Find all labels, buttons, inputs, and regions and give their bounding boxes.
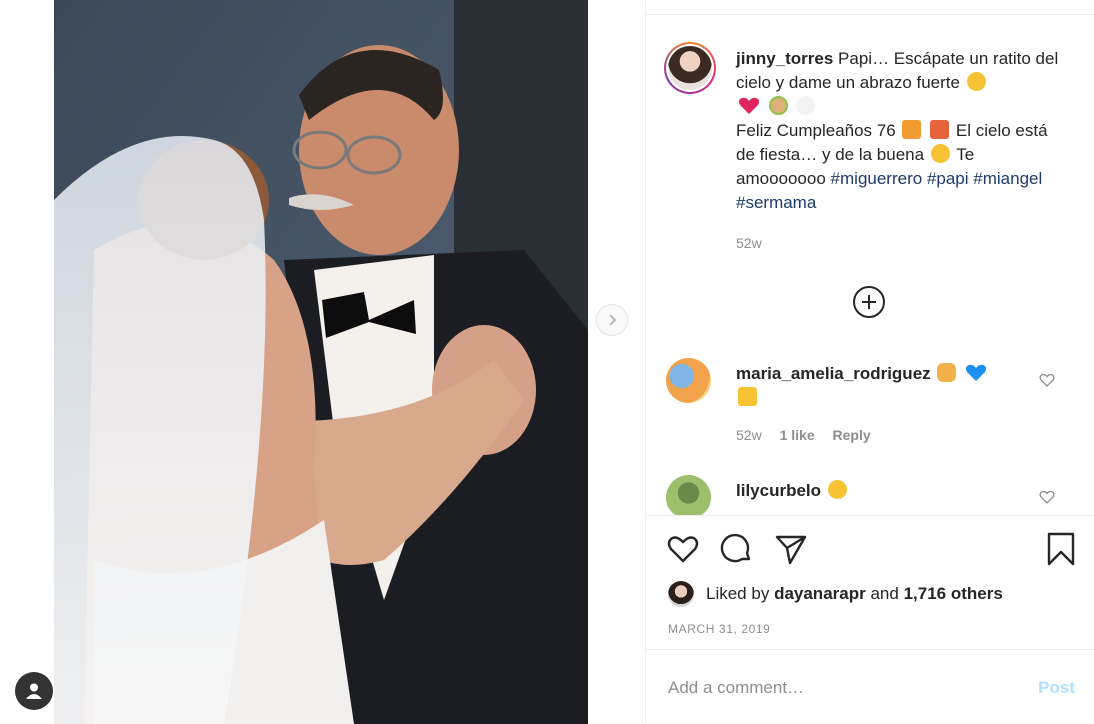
author-avatar[interactable] bbox=[664, 42, 716, 94]
folded-hands-emoji-icon bbox=[937, 363, 957, 382]
hugging-face-emoji-icon bbox=[966, 72, 986, 91]
comment-icon[interactable] bbox=[720, 532, 754, 566]
next-photo-button[interactable] bbox=[596, 304, 628, 336]
hashtag-miangel[interactable]: #miangel bbox=[973, 169, 1042, 188]
comment-like-heart-icon[interactable] bbox=[1039, 489, 1055, 505]
sad-face-emoji-icon bbox=[827, 480, 847, 499]
bookmark-icon[interactable] bbox=[1044, 532, 1078, 566]
older-man-emoji-icon bbox=[768, 96, 788, 115]
commenter-username[interactable]: maria_amelia_rodriguez bbox=[736, 364, 931, 383]
add-comment-bar: Add a comment… Post bbox=[646, 649, 1094, 724]
comment-timestamp[interactable]: 52w bbox=[736, 427, 762, 443]
profile-button[interactable] bbox=[15, 672, 53, 710]
heart-icon[interactable] bbox=[666, 532, 700, 566]
likes-others-count[interactable]: 1,716 others bbox=[904, 584, 1003, 603]
dove-emoji-icon bbox=[796, 96, 816, 115]
comment-like-heart-icon[interactable] bbox=[1039, 372, 1055, 388]
caption-line-2: Feliz Cumpleaños 76 bbox=[736, 121, 896, 140]
liker-avatar[interactable] bbox=[668, 581, 694, 607]
gift-emoji-icon bbox=[930, 120, 950, 139]
comments-list: jinny_torres Papi… Escápate un ratito de… bbox=[646, 15, 1094, 515]
caption-timestamp[interactable]: 52w bbox=[736, 235, 762, 251]
liker-username[interactable]: dayanarapr bbox=[774, 584, 866, 603]
hashtag-sermama[interactable]: #sermama bbox=[736, 193, 816, 212]
comment-text: lilycurbelo bbox=[736, 479, 1021, 503]
commenter-avatar[interactable] bbox=[666, 358, 711, 403]
comment-input[interactable]: Add a comment… bbox=[668, 678, 804, 698]
comment-text: maria_amelia_rodriguez bbox=[736, 362, 1021, 410]
author-username[interactable]: jinny_torres bbox=[736, 49, 833, 68]
liked-by-label: Liked by bbox=[706, 584, 770, 603]
commenter-username[interactable]: lilycurbelo bbox=[736, 481, 821, 500]
comment-meta: 52w 1 like Reply bbox=[736, 427, 885, 443]
comment-likes-count[interactable]: 1 like bbox=[780, 427, 815, 443]
paper-plane-icon[interactable] bbox=[774, 532, 808, 566]
post-date[interactable]: MARCH 31, 2019 bbox=[668, 622, 770, 636]
load-more-comments-button[interactable] bbox=[853, 286, 885, 318]
blue-heart-emoji-icon bbox=[965, 363, 987, 382]
chevron-right-icon bbox=[609, 314, 617, 326]
party-popper-emoji-icon bbox=[902, 120, 922, 139]
user-icon bbox=[26, 683, 42, 699]
sparkles-emoji-icon bbox=[738, 387, 757, 406]
liked-and-label: and bbox=[870, 584, 899, 603]
post-side-panel: jinny_torres Papi… Escápate un ratito de… bbox=[645, 0, 1094, 724]
commenter-avatar[interactable] bbox=[666, 475, 711, 515]
post-photo[interactable] bbox=[54, 0, 588, 724]
red-heart-emoji-icon bbox=[738, 96, 760, 115]
comment-reply-button[interactable]: Reply bbox=[833, 427, 871, 443]
likes-summary: Liked by dayanarapr and 1,716 others bbox=[668, 579, 1088, 609]
post-comment-button[interactable]: Post bbox=[1038, 678, 1075, 698]
kissing-face-emoji-icon bbox=[930, 144, 950, 163]
hashtag-papi[interactable]: #papi bbox=[927, 169, 969, 188]
plus-circle-icon bbox=[862, 295, 876, 309]
post-media-area bbox=[0, 0, 645, 724]
post-actions: Liked by dayanarapr and 1,716 others MAR… bbox=[646, 515, 1094, 645]
caption-text: jinny_torres Papi… Escápate un ratito de… bbox=[736, 47, 1066, 215]
hashtag-miguerrero[interactable]: #miguerrero bbox=[831, 169, 923, 188]
